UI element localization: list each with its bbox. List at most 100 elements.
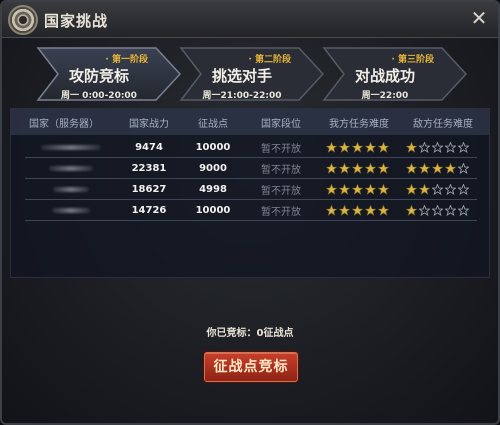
enemy-difficulty-stars bbox=[397, 162, 477, 174]
enemy-difficulty-stars bbox=[397, 204, 477, 216]
enemy-difficulty-cell bbox=[397, 141, 477, 153]
star-empty-icon bbox=[457, 204, 469, 216]
enemy-difficulty-cell bbox=[397, 162, 477, 174]
blurred-country-name bbox=[41, 144, 101, 150]
challenge-window: 国家挑战 ✕ 第一阶段 攻防竞标 周一 0:00-20:00 第二阶段 bbox=[0, 0, 500, 425]
blurred-country-name bbox=[49, 165, 93, 171]
star-filled-icon bbox=[418, 183, 430, 195]
our-difficulty-cell bbox=[317, 204, 397, 216]
star-filled-icon bbox=[364, 162, 376, 174]
stage-2-time: 周一21:00-22:00 bbox=[202, 91, 282, 101]
star-empty-icon bbox=[457, 183, 469, 195]
our-difficulty-stars bbox=[317, 183, 397, 195]
star-empty-icon bbox=[431, 204, 443, 216]
bid-status: 你已竞标：0征战点 bbox=[206, 328, 294, 339]
star-filled-icon bbox=[351, 162, 363, 174]
star-filled-icon bbox=[338, 162, 350, 174]
star-filled-icon bbox=[364, 141, 376, 153]
star-filled-icon bbox=[405, 141, 417, 153]
table-row[interactable]: 14726 10000 暂不开放 bbox=[25, 200, 477, 221]
star-filled-icon bbox=[325, 183, 337, 195]
star-filled-icon bbox=[338, 183, 350, 195]
points-cell: 9000 bbox=[199, 162, 227, 174]
star-filled-icon bbox=[431, 162, 443, 174]
window-title: 国家挑战 bbox=[44, 12, 109, 30]
our-difficulty-cell bbox=[317, 141, 397, 153]
star-filled-icon bbox=[351, 204, 363, 216]
our-difficulty-cell bbox=[317, 162, 397, 174]
title-bar: 国家挑战 ✕ bbox=[2, 2, 498, 38]
rank-cell: 暂不开放 bbox=[261, 143, 301, 155]
our-difficulty-stars bbox=[317, 162, 397, 174]
country-cell bbox=[25, 142, 117, 153]
star-filled-icon bbox=[325, 141, 337, 153]
header-our-difficulty: 我方任务难度 bbox=[329, 118, 389, 130]
stage-3-name: 对战成功 bbox=[354, 67, 415, 85]
star-filled-icon bbox=[364, 183, 376, 195]
stage-1: 第一阶段 攻防竞标 周一 0:00-20:00 bbox=[36, 46, 182, 102]
blurred-country-name bbox=[53, 186, 89, 192]
points-cell: 10000 bbox=[195, 141, 231, 153]
power-cell: 22381 bbox=[131, 162, 167, 174]
rank-cell: 暂不开放 bbox=[261, 185, 301, 197]
star-filled-icon bbox=[338, 141, 350, 153]
star-empty-icon bbox=[431, 141, 443, 153]
blurred-country-name bbox=[52, 207, 90, 213]
enemy-difficulty-cell bbox=[397, 183, 477, 195]
star-filled-icon bbox=[405, 162, 417, 174]
rank-cell: 暂不开放 bbox=[261, 206, 301, 218]
enemy-difficulty-stars bbox=[397, 141, 477, 153]
star-filled-icon bbox=[418, 162, 430, 174]
star-filled-icon bbox=[338, 204, 350, 216]
country-cell bbox=[25, 163, 117, 174]
star-empty-icon bbox=[444, 183, 456, 195]
close-x-icon[interactable]: ✕ bbox=[468, 7, 490, 29]
enemy-difficulty-stars bbox=[397, 183, 477, 195]
star-empty-icon bbox=[457, 141, 469, 153]
star-empty-icon bbox=[444, 204, 456, 216]
star-filled-icon bbox=[377, 162, 389, 174]
our-difficulty-stars bbox=[317, 204, 397, 216]
star-filled-icon bbox=[377, 141, 389, 153]
header-enemy-difficulty: 敌方任务难度 bbox=[413, 118, 473, 130]
table-row[interactable]: 22381 9000 暂不开放 bbox=[25, 158, 477, 179]
power-cell: 18627 bbox=[131, 183, 167, 195]
stage-1-time: 周一 0:00-20:00 bbox=[61, 91, 137, 101]
star-filled-icon bbox=[405, 204, 417, 216]
header-country: 国家（服务器） bbox=[29, 118, 99, 130]
star-filled-icon bbox=[325, 204, 337, 216]
country-cell bbox=[25, 205, 117, 216]
stage-bar: 第一阶段 攻防竞标 周一 0:00-20:00 第二阶段 挑选对手 周一21:0… bbox=[36, 46, 468, 102]
stage-2: 第二阶段 挑选对手 周一21:00-22:00 bbox=[179, 46, 325, 102]
star-filled-icon bbox=[444, 162, 456, 174]
stage-2-phase: 第二阶段 bbox=[248, 52, 291, 65]
header-power: 国家战力 bbox=[129, 118, 169, 130]
star-filled-icon bbox=[351, 141, 363, 153]
enemy-difficulty-cell bbox=[397, 204, 477, 216]
our-difficulty-stars bbox=[317, 141, 397, 153]
stage-3: 第三阶段 对战成功 周一22:00 bbox=[322, 46, 468, 102]
star-empty-icon bbox=[418, 204, 430, 216]
points-cell: 10000 bbox=[195, 204, 231, 216]
table-row[interactable]: 18627 4998 暂不开放 bbox=[25, 179, 477, 200]
rank-cell: 暂不开放 bbox=[261, 164, 301, 176]
star-filled-icon bbox=[325, 162, 337, 174]
power-cell: 9474 bbox=[135, 141, 163, 153]
bid-button[interactable]: 征战点竞标 bbox=[204, 352, 298, 382]
points-cell: 4998 bbox=[199, 183, 227, 195]
stage-1-phase: 第一阶段 bbox=[105, 52, 148, 65]
header-rank: 国家段位 bbox=[261, 118, 301, 130]
table-row[interactable]: 9474 10000 暂不开放 bbox=[25, 137, 477, 158]
gear-emblem-icon bbox=[8, 5, 38, 35]
our-difficulty-cell bbox=[317, 183, 397, 195]
stage-2-name: 挑选对手 bbox=[211, 67, 272, 85]
star-filled-icon bbox=[364, 204, 376, 216]
star-empty-icon bbox=[418, 141, 430, 153]
star-filled-icon bbox=[351, 183, 363, 195]
stage-1-name: 攻防竞标 bbox=[68, 67, 129, 85]
star-filled-icon bbox=[405, 183, 417, 195]
country-cell bbox=[25, 184, 117, 195]
stage-3-time: 周一22:00 bbox=[361, 91, 409, 101]
table-header: 国家（服务器） 国家战力 征战点 国家段位 我方任务难度 敌方任务难度 bbox=[11, 109, 489, 135]
star-filled-icon bbox=[377, 204, 389, 216]
